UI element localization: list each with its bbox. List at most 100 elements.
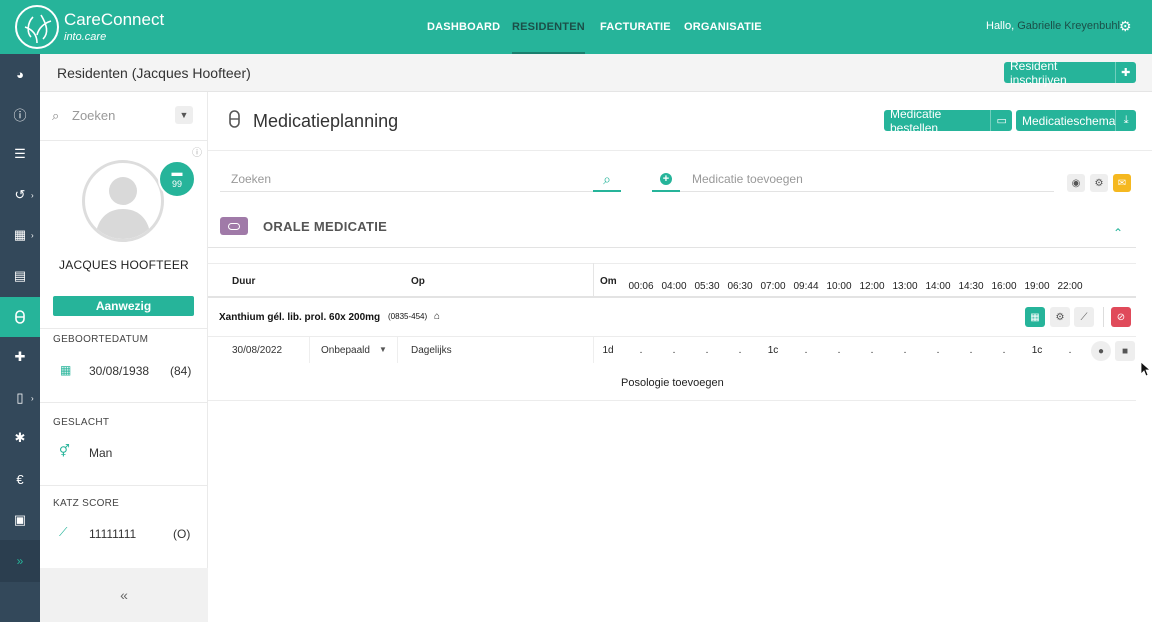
dashboard-gauge-icon[interactable]: ◕ xyxy=(0,54,40,94)
app-name: CareConnect xyxy=(64,10,165,29)
document-icon[interactable]: ▯ › xyxy=(0,378,40,418)
basket-icon: ▭ xyxy=(990,110,1012,131)
bug-icon[interactable]: ✱ xyxy=(0,418,40,458)
gear-icon[interactable]: ⚙ xyxy=(1090,174,1108,192)
user-name[interactable]: Gabrielle Kreyenbuhl xyxy=(1017,20,1120,32)
time-header: 04:00 xyxy=(661,281,687,292)
dose-cell[interactable]: . xyxy=(706,345,709,356)
mouse-cursor-icon xyxy=(1140,361,1152,382)
chevron-up-icon[interactable]: ⌃ xyxy=(1113,226,1123,240)
time-header: 12:00 xyxy=(859,281,885,292)
expand-sidebar-icon[interactable]: » xyxy=(0,540,40,582)
history-icon[interactable]: ↺ › xyxy=(0,175,40,215)
dose-cell[interactable]: . xyxy=(1003,345,1006,356)
time-header: 22:00 xyxy=(1057,281,1083,292)
careconnect-logo-icon[interactable] xyxy=(15,5,59,49)
time-header: 13:00 xyxy=(892,281,918,292)
start-date[interactable]: 30/08/2022 xyxy=(232,345,282,356)
room-number: 99 xyxy=(171,179,182,189)
nav-facturatie[interactable]: FACTURATIE xyxy=(600,0,671,54)
om-value[interactable]: 1d xyxy=(602,345,613,356)
app-subtitle: into.care xyxy=(64,31,107,43)
mail-icon[interactable]: ✉ xyxy=(1113,174,1131,192)
divider xyxy=(208,296,1136,298)
server-list-icon[interactable]: ☰ xyxy=(0,134,40,174)
search-icon[interactable]: ⌕ xyxy=(593,171,621,192)
home-icon: ⌂ xyxy=(434,311,441,322)
gear-icon[interactable]: ⚙ xyxy=(1050,307,1070,327)
search-underline xyxy=(220,191,593,192)
dose-cell[interactable]: . xyxy=(640,345,643,356)
medication-name[interactable]: Xanthium gél. lib. prol. 60x 200mg xyxy=(219,312,380,323)
resident-name: JACQUES HOOFTEER xyxy=(59,258,189,272)
dose-cell[interactable]: 1c xyxy=(1032,345,1043,356)
bed-icon: ▬ xyxy=(171,167,183,179)
nav-dashboard[interactable]: DASHBOARD xyxy=(427,0,500,54)
dose-cell[interactable]: . xyxy=(805,345,808,356)
section-label: ORALE MEDICATIE xyxy=(263,219,388,234)
search-icon: ⌕ xyxy=(52,108,60,123)
dose-cell[interactable]: . xyxy=(838,345,841,356)
add-underline xyxy=(680,191,1054,192)
medication-pill-icon[interactable] xyxy=(0,297,40,337)
collapse-panel-button[interactable]: « xyxy=(40,568,208,622)
info-icon[interactable]: ⓘ xyxy=(0,94,40,134)
stop-icon[interactable]: ⊘ xyxy=(1111,307,1131,327)
header-om: Om xyxy=(600,276,617,287)
add-posology-link[interactable]: Posologie toevoegen xyxy=(621,377,724,389)
time-header: 19:00 xyxy=(1024,281,1050,292)
page-subheader: Residenten (Jacques Hoofteer) Resident i… xyxy=(40,54,1152,92)
resident-search-input[interactable]: Zoeken xyxy=(72,108,115,123)
money-icon[interactable]: ▣ xyxy=(0,500,40,540)
settings-gear-icon[interactable]: ⚙ xyxy=(1119,18,1132,35)
dose-cell[interactable]: . xyxy=(970,345,973,356)
divider xyxy=(40,140,208,141)
add-medication-icon[interactable]: + xyxy=(652,169,680,192)
medication-schema-button[interactable]: Medicatieschema ⤓ xyxy=(1016,110,1136,131)
chart-icon[interactable]: ⟋ xyxy=(1074,307,1094,327)
time-header: 16:00 xyxy=(991,281,1017,292)
room-badge: ▬ 99 xyxy=(158,160,196,198)
filter-icon[interactable]: ▼ xyxy=(175,106,193,124)
calendar-icon[interactable]: ▦ › xyxy=(0,215,40,255)
oral-pill-icon xyxy=(220,217,248,235)
frequency[interactable]: Dagelijks xyxy=(411,345,452,356)
divider xyxy=(40,402,208,403)
order-medication-button[interactable]: Medicatie bestellen ▭ xyxy=(884,107,1012,135)
dose-cell[interactable]: . xyxy=(673,345,676,356)
dose-cell[interactable]: . xyxy=(871,345,874,356)
dose-cell[interactable]: 1c xyxy=(768,345,779,356)
add-medication-input[interactable]: Medicatie toevoegen xyxy=(692,172,803,186)
euro-icon[interactable]: € xyxy=(0,459,40,499)
medication-search-input[interactable]: Zoeken xyxy=(231,172,271,186)
time-header: 14:30 xyxy=(958,281,984,292)
birth-date-label: GEBOORTEDATUM xyxy=(53,334,149,345)
medical-kit-icon[interactable]: ✚ xyxy=(0,337,40,377)
chevron-down-icon[interactable]: ▼ xyxy=(379,345,387,354)
eye-icon[interactable]: ◉ xyxy=(1067,174,1085,192)
status-badge[interactable]: Aanwezig xyxy=(53,296,194,316)
nav-residenten[interactable]: RESIDENTEN xyxy=(512,0,585,54)
dose-cell[interactable]: . xyxy=(937,345,940,356)
dose-cell[interactable]: . xyxy=(904,345,907,356)
header-on: Op xyxy=(411,276,425,287)
comment-icon[interactable]: ● xyxy=(1091,341,1111,361)
dose-cell[interactable]: . xyxy=(1069,345,1072,356)
calendar-icon[interactable]: ▦ xyxy=(1025,307,1045,327)
time-header: 09:44 xyxy=(793,281,819,292)
divider xyxy=(397,337,398,363)
nav-organisatie[interactable]: ORGANISATIE xyxy=(684,0,762,54)
top-bar: CareConnect into.care DASHBOARD RESIDENT… xyxy=(0,0,1152,54)
duration-select[interactable]: Onbepaald xyxy=(321,345,370,356)
gender-label: GESLACHT xyxy=(53,417,110,428)
square-icon[interactable]: ■ xyxy=(1115,341,1135,361)
register-resident-button[interactable]: Resident inschrijven ✚ xyxy=(1004,59,1136,87)
notes-icon[interactable]: ▤ xyxy=(0,256,40,296)
time-header: 10:00 xyxy=(826,281,852,292)
info-icon[interactable]: ⓘ xyxy=(192,144,202,159)
gender: Man xyxy=(89,446,113,460)
register-resident-label: Resident inschrijven xyxy=(1010,58,1067,87)
divider xyxy=(208,336,1136,337)
dose-cell[interactable]: . xyxy=(739,345,742,356)
icon-sidebar: ◕ ⓘ ☰ ↺ › ▦ › ▤ ✚ ▯ › ✱ € ▣ » xyxy=(0,54,40,622)
